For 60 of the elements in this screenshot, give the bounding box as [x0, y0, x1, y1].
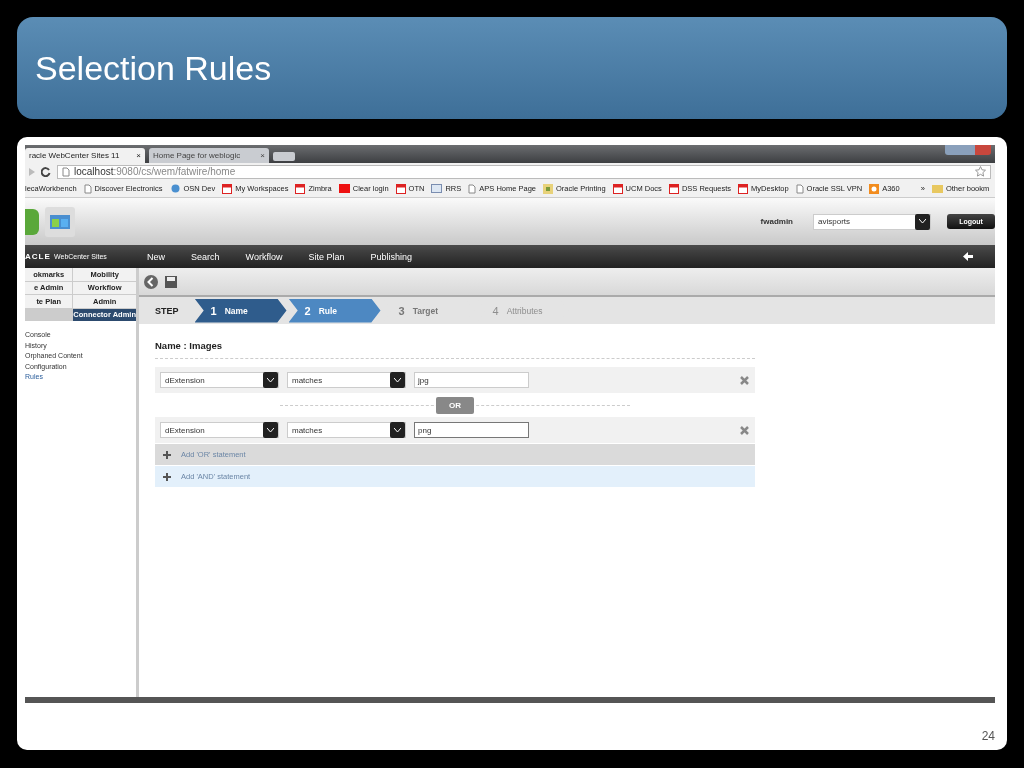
operator-select[interactable]: matches	[287, 372, 406, 388]
back-icon[interactable]	[143, 273, 159, 290]
tab-close[interactable]: ×	[136, 151, 141, 160]
calendar-icon	[738, 183, 749, 194]
menu-item[interactable]: New	[147, 251, 165, 262]
menu-item[interactable]: Search	[191, 251, 220, 262]
value-field[interactable]: png	[414, 422, 529, 438]
menu-item[interactable]: Publishing	[370, 251, 412, 262]
caret-icon	[267, 377, 274, 383]
field-select[interactable]: dExtension	[160, 422, 279, 438]
page-icon	[62, 166, 70, 177]
window-icon	[431, 184, 443, 193]
star-icon[interactable]	[975, 166, 986, 177]
step-label: STEP	[154, 305, 180, 316]
page-icon	[468, 183, 477, 194]
calendar-icon	[395, 183, 406, 194]
or-button[interactable]: OR	[436, 396, 474, 414]
caret-icon	[919, 219, 926, 224]
tab-title: Home Page for weblogic	[153, 151, 241, 160]
browser-tab[interactable]: racle WebCenter Sites 11 ×	[25, 148, 145, 163]
site-select[interactable]: avisports	[813, 213, 931, 230]
menu-item[interactable]: Workflow	[245, 251, 283, 262]
plus-icon	[163, 450, 171, 459]
calendar-icon	[668, 183, 679, 194]
url-text: localhost:9080/cs/wem/fatwire/home	[74, 166, 236, 177]
plus-icon	[163, 472, 171, 481]
browser-tab[interactable]: Home Page for weblogic ×	[149, 148, 269, 163]
page-number: 24	[981, 729, 995, 743]
globe-icon	[169, 184, 181, 193]
step-tab[interactable]: 1 Name	[194, 298, 287, 323]
forward-icon[interactable]	[29, 167, 35, 176]
calendar-icon	[295, 183, 306, 194]
save-icon[interactable]	[163, 273, 179, 290]
tab-title: racle WebCenter Sites 11	[29, 151, 120, 160]
close-icon[interactable]	[740, 425, 749, 435]
rule-name-heading: Name : Images	[155, 340, 755, 359]
window-controls[interactable]	[945, 145, 991, 155]
close-icon[interactable]	[740, 375, 749, 385]
dashboard-icon[interactable]	[45, 206, 75, 237]
folder-icon	[931, 184, 943, 193]
address-bar[interactable]: localhost:9080/cs/wem/fatwire/home	[57, 164, 991, 179]
step-tab[interactable]: 2 Rule	[288, 298, 381, 323]
user-name: fwadmin	[760, 217, 793, 226]
slide-title: Selection Rules	[35, 48, 272, 88]
page-icon	[83, 183, 92, 194]
operator-select[interactable]: matches	[287, 422, 406, 438]
circle-icon	[869, 183, 880, 194]
menu-item[interactable]: Site Plan	[308, 251, 345, 262]
arrow-left-icon[interactable]	[963, 252, 973, 261]
field-select[interactable]: dExtension	[160, 372, 279, 388]
caret-icon	[267, 427, 274, 433]
document-icon	[543, 183, 553, 194]
caret-icon	[394, 377, 401, 383]
caret-icon	[394, 427, 401, 433]
value-field[interactable]: jpg	[414, 372, 529, 388]
calendar-icon	[612, 183, 623, 194]
page-icon	[795, 183, 804, 194]
calendar-icon	[222, 183, 233, 194]
tab-close[interactable]: ×	[260, 151, 265, 160]
reload-icon[interactable]	[41, 166, 51, 177]
